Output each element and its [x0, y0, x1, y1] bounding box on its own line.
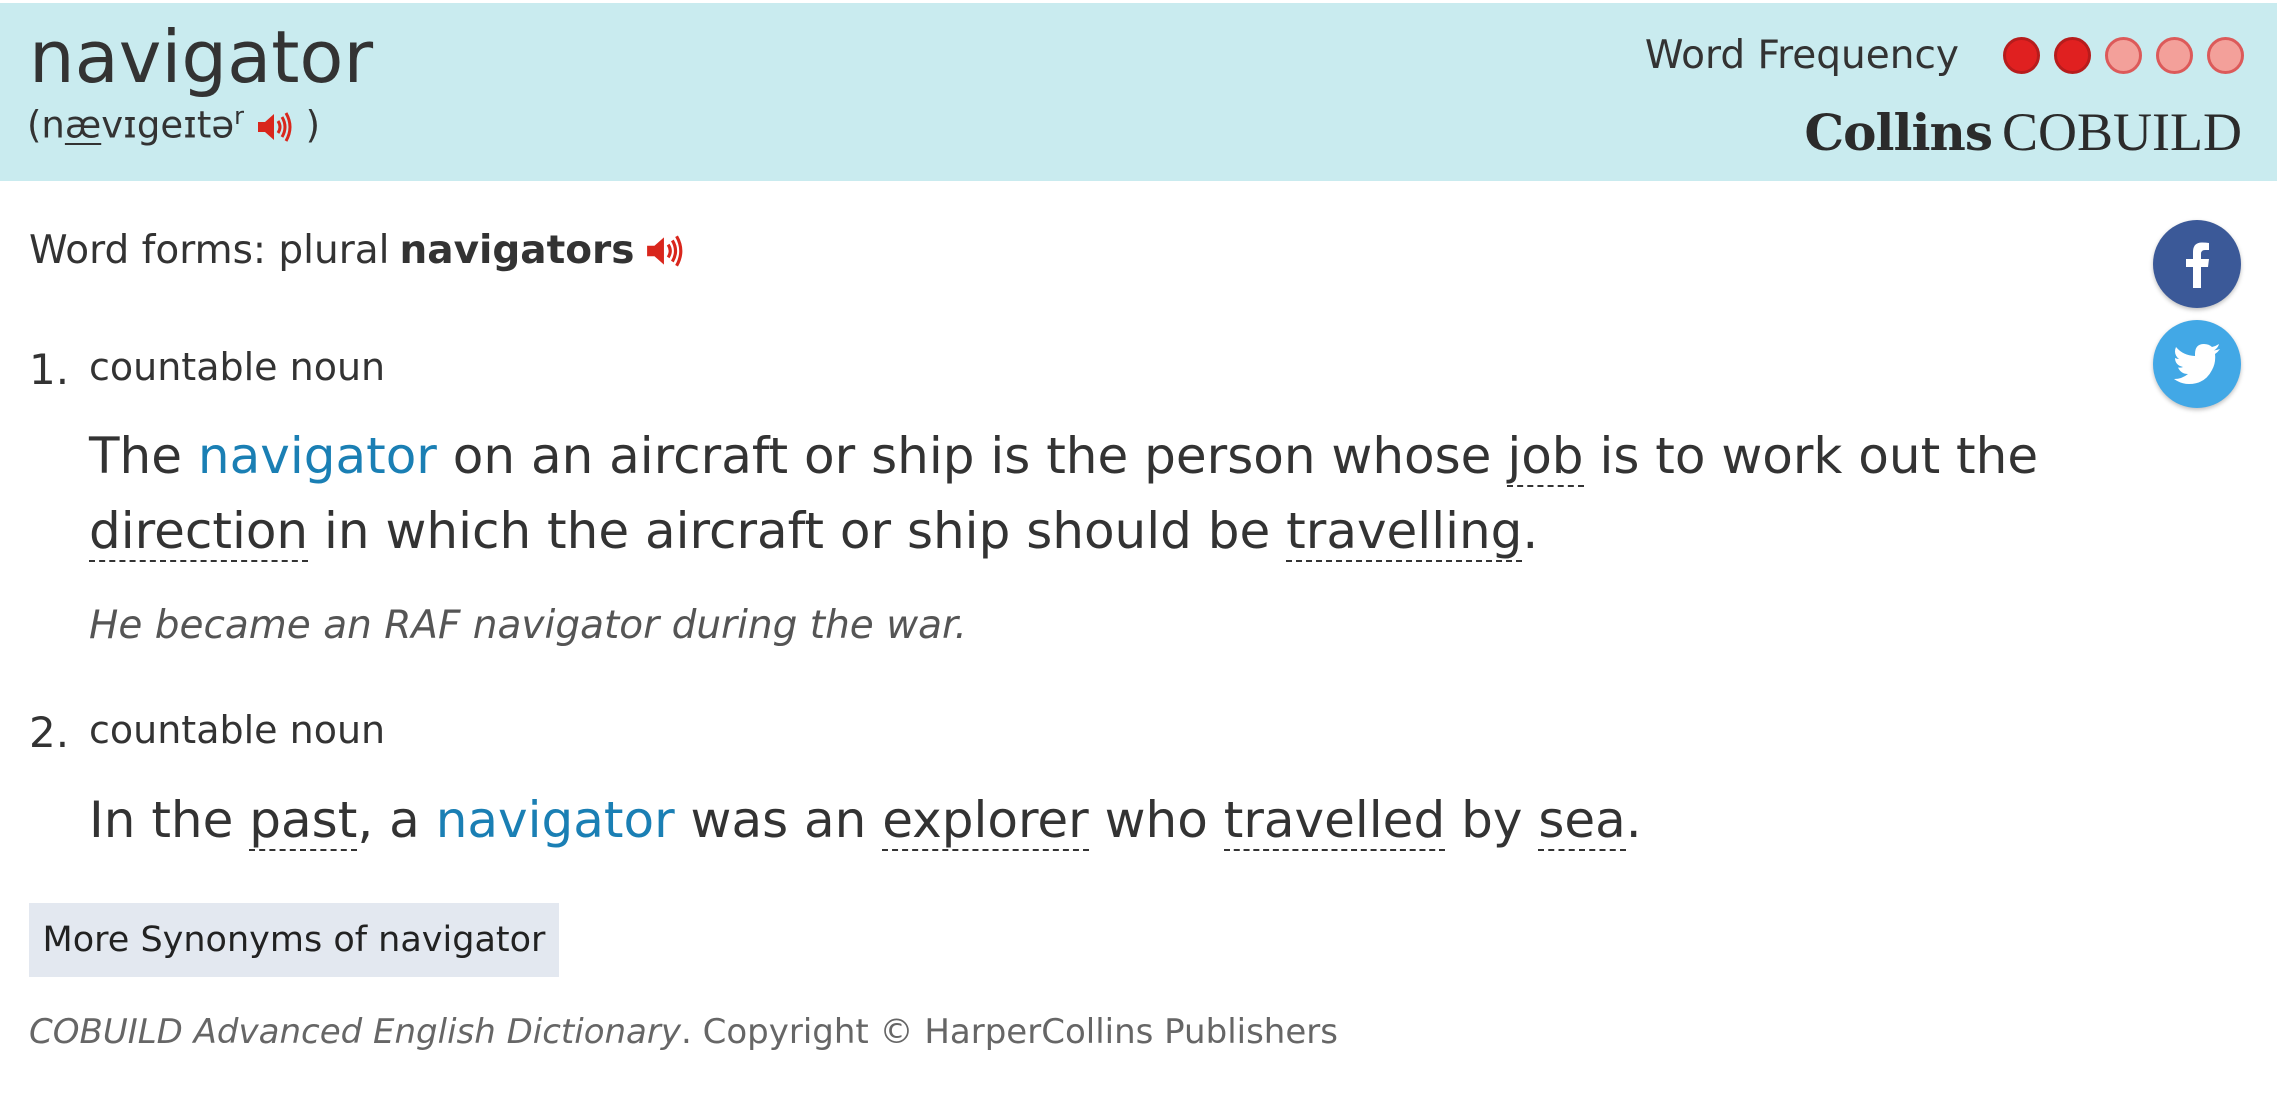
headword: navigator: [29, 15, 374, 99]
twitter-icon: [2174, 344, 2220, 384]
cross-reference-link[interactable]: travelled: [1223, 791, 1446, 851]
def-text: on an aircraft or ship is the person who…: [452, 427, 1492, 485]
definition: The navigator on an aircraft or ship is …: [89, 419, 2139, 569]
collins-cobuild-logo: Collins COBUILD: [1804, 105, 2242, 159]
cross-reference-link[interactable]: explorer: [882, 791, 1089, 851]
cross-reference-link[interactable]: job: [1507, 427, 1584, 487]
frequency-dot: [2156, 37, 2193, 74]
twitter-share-button[interactable]: [2153, 320, 2241, 408]
sense-number: 2.: [29, 708, 70, 757]
frequency-dot: [2207, 37, 2244, 74]
def-headword: navigator: [435, 791, 675, 849]
brand-cobuild: COBUILD: [2002, 102, 2242, 162]
cross-reference-link[interactable]: sea: [1538, 791, 1626, 851]
copyright-notice: COBUILD Advanced English Dictionary. Cop…: [29, 1012, 1338, 1052]
frequency-dot: [2003, 37, 2040, 74]
frequency-dot: [2054, 37, 2091, 74]
speaker-icon[interactable]: [645, 233, 685, 269]
definition: In the past, a navigator was an explorer…: [89, 783, 2139, 858]
def-text: who: [1104, 791, 1208, 849]
sense-number: 1.: [29, 345, 70, 394]
example-sentence: He became an RAF navigator during the wa…: [89, 603, 967, 648]
copyright-source: COBUILD Advanced English Dictionary: [29, 1012, 681, 1052]
def-headword: navigator: [197, 427, 437, 485]
frequency-dot: [2105, 37, 2142, 74]
def-text: In the: [89, 791, 234, 849]
cross-reference-link[interactable]: travelling: [1286, 502, 1523, 562]
word-frequency: Word Frequency: [1645, 33, 2244, 78]
def-text: The: [89, 427, 182, 485]
facebook-share-button[interactable]: [2153, 220, 2241, 308]
pronunciation: (nævɪgeɪtər ): [27, 102, 320, 148]
part-of-speech: countable noun: [89, 345, 386, 389]
word-frequency-label: Word Frequency: [1644, 33, 1959, 78]
def-text: , a: [357, 791, 420, 849]
def-text: was an: [690, 791, 867, 849]
def-text: by: [1461, 791, 1523, 849]
brand-collins: Collins: [1804, 103, 1993, 162]
def-text: in which the aircraft or ship should be: [324, 502, 1271, 560]
def-text: .: [1625, 791, 1642, 849]
pron-stressed: æ: [64, 103, 102, 147]
pron-rest: vɪgeɪtə: [101, 103, 235, 147]
copyright-text: . Copyright © HarperCollins Publishers: [680, 1012, 1338, 1052]
speaker-icon[interactable]: [256, 110, 294, 144]
cross-reference-link[interactable]: past: [249, 791, 358, 851]
plural-form: navigators: [399, 228, 635, 273]
entry-header: navigator (nævɪgeɪtər ) Word Frequency C…: [0, 0, 2277, 181]
facebook-icon: [2186, 242, 2209, 288]
pron-open: (n: [27, 103, 65, 147]
def-text: .: [1522, 502, 1539, 560]
def-text: is to work out the: [1599, 427, 2039, 485]
pron-close: ): [305, 103, 320, 147]
word-forms-label: Word forms: plural: [29, 228, 390, 273]
more-synonyms-button[interactable]: More Synonyms of navigator: [29, 903, 559, 977]
pron-superscript: r: [234, 102, 245, 130]
cross-reference-link[interactable]: direction: [89, 502, 309, 562]
word-forms: Word forms: plural navigators: [29, 228, 685, 273]
part-of-speech: countable noun: [89, 708, 386, 752]
